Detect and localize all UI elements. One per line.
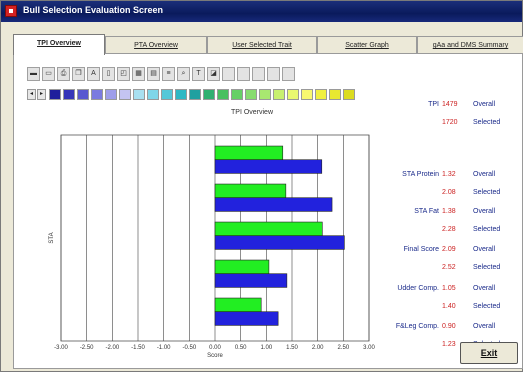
overall-word: Overall (473, 323, 496, 330)
stat-label-final-score: Final Score (403, 246, 439, 253)
tab-label: TPI Overview (37, 40, 81, 47)
bar-selected-f-leg-comp- (214, 311, 279, 326)
overall-word: Overall (473, 285, 496, 292)
stat-overall-sta-fat: 1.38 (442, 208, 456, 215)
overall-word: Overall (473, 208, 496, 215)
stat-label-sta-protein: STA Protein (402, 171, 439, 178)
bar-selected-final-score (214, 235, 345, 250)
app-icon (5, 5, 17, 17)
x-tick-label: 0.50 (235, 345, 247, 351)
stat-selected-final-score: 2.52 (442, 264, 456, 271)
selected-word: Selected (473, 226, 501, 233)
bar-overall-sta-fat (214, 183, 287, 199)
stat-selected-f-leg-comp-: 1.23 (442, 341, 456, 348)
tab-strip: TPI Overview PTA Overview User Selected … (13, 34, 523, 55)
x-tick-label: 2.50 (337, 345, 349, 351)
overall-word: Overall (473, 171, 496, 178)
x-tick-label: 0.00 (209, 345, 221, 351)
x-tick-label: 2.00 (312, 345, 324, 351)
stat-overall-udder-comp-: 1.05 (442, 285, 456, 292)
x-axis-title: Score (207, 353, 223, 359)
stat-overall-final-score: 2.09 (442, 246, 456, 253)
exit-button-label: Exit (480, 348, 498, 358)
stat-label-udder-comp-: Udder Comp. (397, 285, 439, 292)
tab-label: Scatter Graph (345, 42, 389, 49)
tpi-label: TPI (428, 101, 439, 108)
title-bar[interactable]: Bull Selection Evaluation Screen (1, 1, 522, 22)
tab-label: PTA Overview (134, 42, 178, 49)
stat-selected-sta-protein: 2.08 (442, 189, 456, 196)
selected-word: Selected (473, 303, 501, 310)
tab-label: User Selected Trait (232, 42, 292, 49)
bar-overall-udder-comp- (214, 259, 270, 275)
bar-selected-sta-protein (214, 159, 323, 174)
tab-pta-overview[interactable]: PTA Overview (105, 36, 207, 54)
selected-word: Selected (473, 119, 501, 126)
exit-button[interactable]: Exit (460, 342, 518, 364)
stat-label-sta-fat: STA Fat (414, 208, 439, 215)
stat-label-f-leg-comp-: F&Leg Comp. (395, 323, 439, 330)
tab-tpi-overview[interactable]: TPI Overview (13, 34, 105, 55)
x-tick-label: -0.50 (182, 345, 196, 351)
x-tick-label: -3.00 (54, 345, 68, 351)
y-axis-title: STA (49, 232, 55, 243)
tpi-selected-value: 1720 (442, 119, 458, 126)
overall-word: Overall (473, 101, 496, 108)
stat-overall-f-leg-comp-: 0.90 (442, 323, 456, 330)
bar-overall-f-leg-comp- (214, 297, 262, 313)
x-tick-label: 1.50 (286, 345, 298, 351)
x-tick-label: -1.00 (157, 345, 171, 351)
selected-word: Selected (473, 264, 501, 271)
stats-panel: TPI 1479 Overall 1720 Selected STA Protein 1.3… (389, 53, 523, 369)
x-tick-label: -2.50 (80, 345, 94, 351)
bar-overall-final-score (214, 221, 323, 237)
overall-word: Overall (473, 246, 496, 253)
tpi-overview-chart: -3.00 -2.50 -2.00 -1.50 -1.00 -0.50 0.00 0.50 1.… (49, 134, 375, 359)
bar-selected-udder-comp- (214, 273, 288, 288)
stat-overall-sta-protein: 1.32 (442, 171, 456, 178)
x-tick-label: -1.50 (131, 345, 145, 351)
stat-selected-sta-fat: 2.28 (442, 226, 456, 233)
bull-selection-window: Bull Selection Evaluation Screen TPI Ove… (0, 0, 523, 372)
tab-scatter-graph[interactable]: Scatter Graph (317, 36, 417, 54)
x-tick-label: -2.00 (105, 345, 119, 351)
tab-label: gAa and DMS Summary (432, 42, 509, 49)
tab-user-selected-trait[interactable]: User Selected Trait (207, 36, 317, 54)
bar-selected-sta-fat (214, 197, 333, 212)
x-tick-label: 1.00 (260, 345, 272, 351)
selected-word: Selected (473, 189, 501, 196)
bar-overall-sta-protein (214, 145, 284, 161)
stat-selected-udder-comp-: 1.40 (442, 303, 456, 310)
window-title: Bull Selection Evaluation Screen (23, 5, 164, 15)
tpi-overall-value: 1479 (442, 101, 458, 108)
tab-gaa-dms-summary[interactable]: gAa and DMS Summary (417, 36, 523, 54)
x-tick-label: 3.00 (363, 345, 375, 351)
